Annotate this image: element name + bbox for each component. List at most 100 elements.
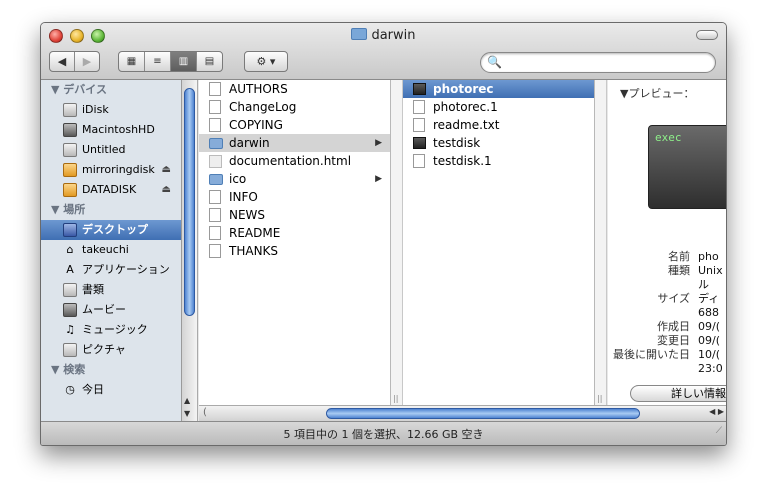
info-row: 変更日 09/( xyxy=(608,334,726,348)
file-row[interactable]: COPYING xyxy=(199,116,390,134)
sidebar-item-label: アプリケーション xyxy=(82,263,170,276)
info-key: サイズ xyxy=(657,292,690,305)
sidebar-item-movies[interactable]: ムービー xyxy=(41,300,181,320)
file-name: photorec.1 xyxy=(433,100,498,114)
action-gear-button[interactable]: ⚙ ▾ xyxy=(244,51,288,72)
eject-icon[interactable]: ⏏ xyxy=(162,160,171,180)
folder-icon xyxy=(209,173,223,185)
sidebar-item-applications[interactable]: A アプリケーション xyxy=(41,260,181,280)
devices-header[interactable]: ▼ デバイス xyxy=(41,80,181,100)
sidebar-item-pictures[interactable]: ピクチャ xyxy=(41,340,181,360)
sidebar-item-label: DATADISK xyxy=(82,183,137,196)
coverflow-view-button[interactable]: ▤ xyxy=(196,52,222,71)
info-row: 最後に開いた日 10/( xyxy=(608,348,726,362)
info-key: 名前 xyxy=(668,250,690,263)
scroll-up-arrow-icon[interactable]: ▲ xyxy=(184,396,190,405)
sidebar-item-label: ミュージック xyxy=(82,323,148,336)
file-row[interactable]: readme.txt xyxy=(403,116,594,134)
info-row: サイズ ディ xyxy=(608,292,726,306)
forward-button[interactable]: ▶ xyxy=(74,52,99,71)
file-row[interactable]: README xyxy=(199,224,390,242)
icon-view-button[interactable]: ▦ xyxy=(119,52,144,71)
clock-icon: ◷ xyxy=(65,383,75,396)
document-icon xyxy=(209,118,221,132)
titlebar[interactable]: darwin ◀ ▶ ▦ ≡ ▥ ▤ ⚙ ▾ 🔍 xyxy=(41,23,726,80)
column-resize-handle[interactable]: || xyxy=(595,80,607,405)
sidebar-item-home[interactable]: ⌂ takeuchi xyxy=(41,240,181,260)
sidebar-item-datadisk[interactable]: DATADISK ⏏ xyxy=(41,180,181,200)
sidebar: ▼ デバイス iDisk MacintoshHD Untitled mirror… xyxy=(41,80,182,421)
file-row[interactable]: INFO xyxy=(199,188,390,206)
document-icon xyxy=(209,208,221,222)
sidebar-item-label: MacintoshHD xyxy=(82,123,155,136)
resize-grip-icon[interactable]: ⟋ xyxy=(716,419,722,444)
preview-pane: ▼プレビュー： exec 名前 pho 種類 Unix ル サイズ ディ 688 作成… xyxy=(608,80,726,405)
sidebar-item-documents[interactable]: 書類 xyxy=(41,280,181,300)
file-row-selected[interactable]: photorec xyxy=(403,80,594,98)
disk-icon xyxy=(63,143,77,157)
file-row[interactable]: photorec.1 xyxy=(403,98,594,116)
sidebar-item-today[interactable]: ◷ 今日 xyxy=(41,380,181,400)
document-icon xyxy=(413,100,425,114)
sidebar-item-macintoshhd[interactable]: MacintoshHD xyxy=(41,120,181,140)
document-icon xyxy=(413,154,425,168)
home-icon: ⌂ xyxy=(66,243,74,256)
sidebar-item-untitled[interactable]: Untitled xyxy=(41,140,181,160)
preview-thumbnail-text: exec xyxy=(655,131,682,144)
horizontal-scrollbar[interactable]: ( ◀ ▶ xyxy=(199,405,726,421)
file-row[interactable]: testdisk xyxy=(403,134,594,152)
info-value: ル xyxy=(698,278,709,291)
sidebar-scroll-thumb[interactable] xyxy=(184,88,195,316)
file-row[interactable]: testdisk.1 xyxy=(403,152,594,170)
sidebar-item-idisk[interactable]: iDisk xyxy=(41,100,181,120)
file-row[interactable]: ChangeLog xyxy=(199,98,390,116)
folder-icon xyxy=(351,28,368,40)
idisk-icon xyxy=(63,103,77,117)
places-header[interactable]: ▼ 場所 xyxy=(41,200,181,220)
column-view-button[interactable]: ▥ xyxy=(170,52,196,71)
file-row[interactable]: NEWS xyxy=(199,206,390,224)
info-row: 作成日 09/( xyxy=(608,320,726,334)
list-view-button[interactable]: ≡ xyxy=(144,52,170,71)
info-key: 最後に開いた日 xyxy=(613,348,690,361)
folder-row[interactable]: ico ▶ xyxy=(199,170,390,188)
finder-window: darwin ◀ ▶ ▦ ≡ ▥ ▤ ⚙ ▾ 🔍 ▼ デバイス iDisk Ma… xyxy=(40,22,727,446)
eject-icon[interactable]: ⏏ xyxy=(162,180,171,200)
more-info-button[interactable]: 詳しい情報 xyxy=(630,385,726,402)
file-row[interactable]: documentation.html xyxy=(199,152,390,170)
horizontal-scroll-thumb[interactable] xyxy=(326,408,640,419)
file-row[interactable]: THANKS xyxy=(199,242,390,260)
search-field[interactable]: 🔍 xyxy=(480,52,716,73)
info-value: 10/( xyxy=(698,348,720,361)
toolbar-toggle-button[interactable] xyxy=(696,30,718,40)
folder-row-selected[interactable]: darwin ▶ xyxy=(199,134,390,152)
info-row: 23:0 xyxy=(608,362,726,376)
file-row[interactable]: AUTHORS xyxy=(199,80,390,98)
view-mode-buttons: ▦ ≡ ▥ ▤ xyxy=(118,51,223,72)
disk-image-icon xyxy=(63,183,77,197)
info-value: 09/( xyxy=(698,334,720,347)
info-value: pho xyxy=(698,250,719,263)
file-name: readme.txt xyxy=(433,118,500,132)
scroll-left-right-arrows-icon[interactable]: ◀ ▶ xyxy=(709,407,724,416)
back-button[interactable]: ◀ xyxy=(50,52,74,71)
search-header[interactable]: ▼ 検索 xyxy=(41,360,181,380)
sidebar-item-music[interactable]: ♫ ミュージック xyxy=(41,320,181,340)
back-forward-buttons: ◀ ▶ xyxy=(49,51,100,72)
executable-icon xyxy=(413,83,426,95)
resize-grip-icon: || xyxy=(597,394,603,403)
column-resize-handle[interactable]: || xyxy=(391,80,403,405)
scroll-down-arrow-icon[interactable]: ▼ xyxy=(184,409,190,418)
sidebar-scrollbar[interactable]: ▲ ▼ xyxy=(182,80,198,421)
search-icon: 🔍 xyxy=(487,55,502,69)
sidebar-item-mirroringdisk[interactable]: mirroringdisk ⏏ xyxy=(41,160,181,180)
preview-header[interactable]: ▼プレビュー： xyxy=(620,85,694,101)
document-icon xyxy=(413,118,425,132)
status-text: 5 項目中の 1 個を選択、12.66 GB 空き xyxy=(283,428,484,441)
info-value: Unix xyxy=(698,264,723,277)
sidebar-item-label: ムービー xyxy=(82,303,126,316)
sidebar-item-desktop[interactable]: デスクトップ xyxy=(41,220,181,240)
info-row: ル xyxy=(608,278,726,292)
file-name: INFO xyxy=(229,190,258,204)
info-row: 種類 Unix xyxy=(608,264,726,278)
